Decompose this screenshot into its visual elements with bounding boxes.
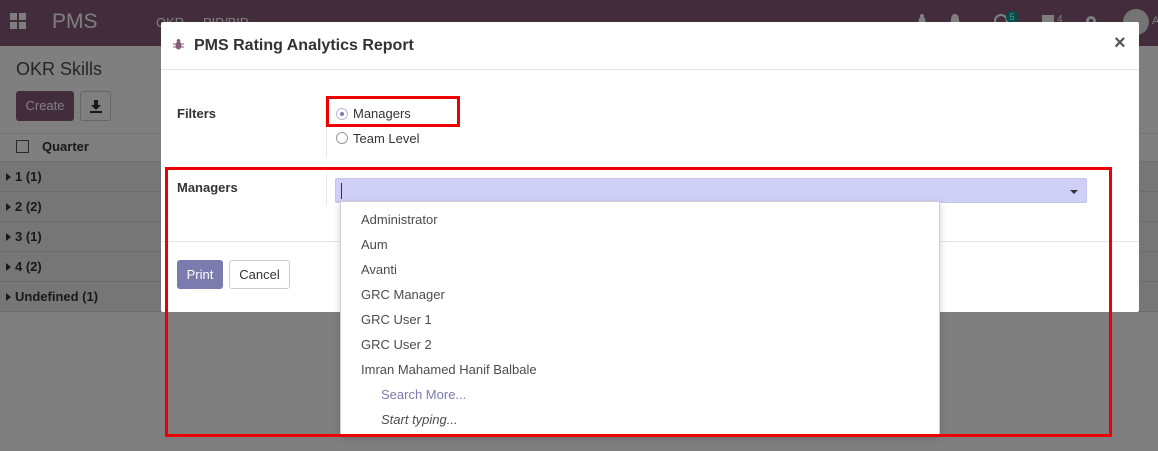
dialog-header: PMS Rating Analytics Report × [161, 22, 1139, 70]
dialog-title: PMS Rating Analytics Report [194, 37, 414, 54]
annotation-box-managers-field [165, 167, 1112, 437]
radio-team-level[interactable] [336, 132, 348, 144]
filters-label: Filters [177, 106, 217, 121]
annotation-box-managers-radio [326, 96, 460, 127]
bug-icon [173, 39, 184, 50]
close-icon[interactable]: × [1114, 33, 1126, 53]
radio-label-team-level[interactable]: Team Level [353, 131, 419, 146]
